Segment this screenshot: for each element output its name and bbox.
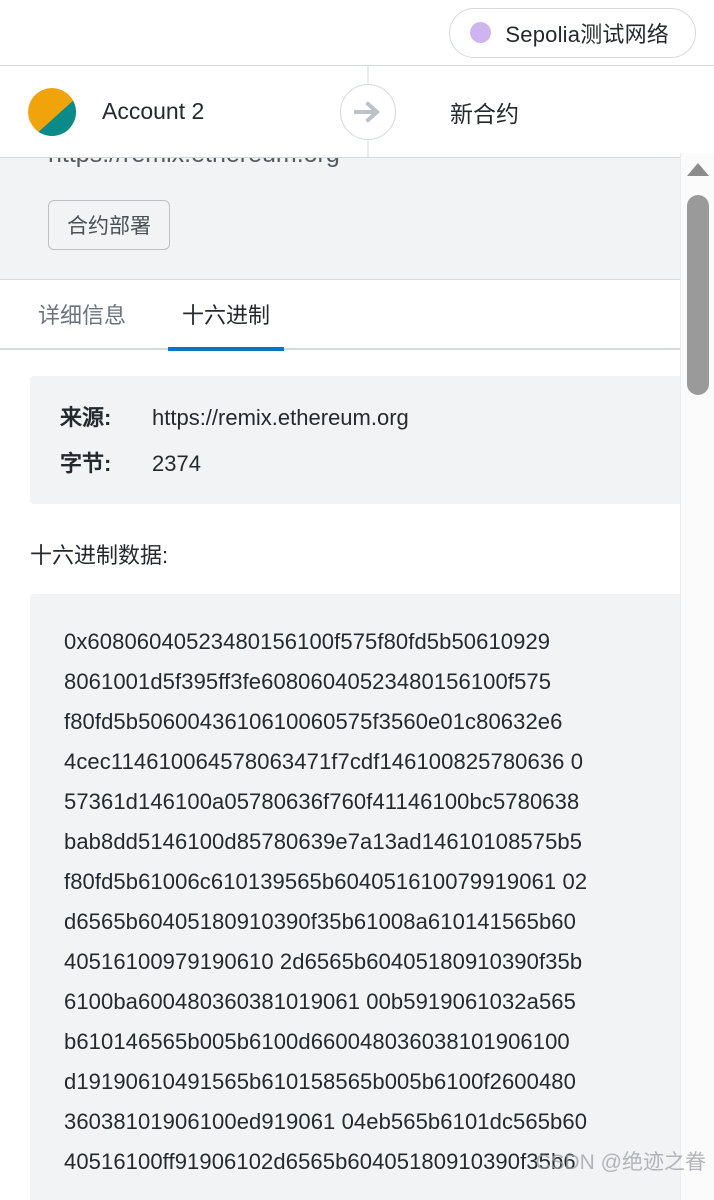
hex-line: 6100ba600480360381019061 00b5919061032a5… — [64, 989, 576, 1014]
hex-line: f80fd5b5060043610610060575f3560e01c80632… — [64, 709, 563, 734]
account-transfer-header: Account 2 新合约 — [0, 65, 714, 158]
origin-url-label: https://remix.ethereum.org — [48, 158, 340, 169]
hex-line: f80fd5b61006c610139565b60405161007991906… — [64, 869, 588, 894]
hex-line: 0x60806040523480156100f575f80fd5b5061092… — [64, 629, 551, 654]
network-bar: Sepolia测试网络 — [0, 0, 714, 66]
origin-strip: https://remix.ethereum.org 合约部署 — [0, 158, 714, 280]
arrow-right-icon — [340, 83, 396, 140]
hex-data-title: 十六进制数据: — [30, 543, 169, 568]
jazzicon-avatar — [28, 87, 76, 136]
hex-line: 40516100ff91906102d6565b60405180910390f3… — [64, 1149, 576, 1174]
bytes-value: 2374 — [152, 451, 201, 476]
vertical-scrollbar[interactable] — [680, 153, 714, 1200]
extension-confirmation-screen: Sepolia测试网络 Account 2 新合约 合约部署 详细信息 十六进制… — [0, 0, 714, 1200]
hex-line: bab8dd5146100d85780639e7a13ad14610108575… — [64, 829, 583, 854]
sender-account-name: Account 2 — [102, 98, 205, 124]
info-row-source: 来源: https://remix.ethereum.org — [60, 400, 654, 432]
tab-hex[interactable]: 十六进制 — [158, 279, 294, 351]
source-label: 来源: — [60, 405, 112, 430]
hex-line: d19190610491565b610158565b005b6100f26004… — [64, 1069, 576, 1094]
hex-line: 8061001d5f395ff3fe60806040523480156100f5… — [64, 669, 552, 694]
network-name-label: Sepolia测试网络 — [505, 21, 669, 47]
hex-line: 40516100979190610 2d6565b60405180910390f… — [64, 949, 583, 974]
hex-tab-panel: 来源: https://remix.ethereum.org 字节: 2374 … — [0, 376, 714, 1200]
recipient-name: 新合约 — [450, 100, 519, 127]
scroll-up-arrow-icon[interactable] — [686, 163, 709, 176]
hex-line: 36038101906100ed919061 04eb565b6101dc565… — [64, 1109, 588, 1134]
hex-line: 4cec114610064578063471f7cdf1461008257806… — [64, 749, 584, 774]
sender-account[interactable]: Account 2 — [0, 87, 330, 136]
hex-line: 57361d146100a05780636f760f41146100bc5780… — [64, 789, 580, 814]
network-status-dot — [470, 22, 492, 43]
transfer-arrow — [330, 65, 406, 158]
hex-line: b610146565b005b6100d66004803603810190610… — [64, 1029, 570, 1054]
network-selector-button[interactable]: Sepolia测试网络 — [449, 7, 696, 58]
contract-deployment-badge: 合约部署 — [48, 200, 170, 250]
hex-data-box[interactable]: 0x60806040523480156100f575f80fd5b5061092… — [30, 594, 684, 1200]
tab-details[interactable]: 详细信息 — [14, 279, 150, 349]
info-row-bytes: 字节: 2374 — [60, 446, 654, 478]
bytes-label: 字节: — [60, 451, 112, 476]
source-value: https://remix.ethereum.org — [152, 405, 409, 430]
contract-info-box: 来源: https://remix.ethereum.org 字节: 2374 — [30, 376, 684, 504]
tab-bar: 详细信息 十六进制 — [0, 279, 714, 351]
scrollbar-thumb[interactable] — [687, 195, 709, 395]
hex-line: d6565b60405180910390f35b61008a610141565b… — [64, 909, 576, 934]
